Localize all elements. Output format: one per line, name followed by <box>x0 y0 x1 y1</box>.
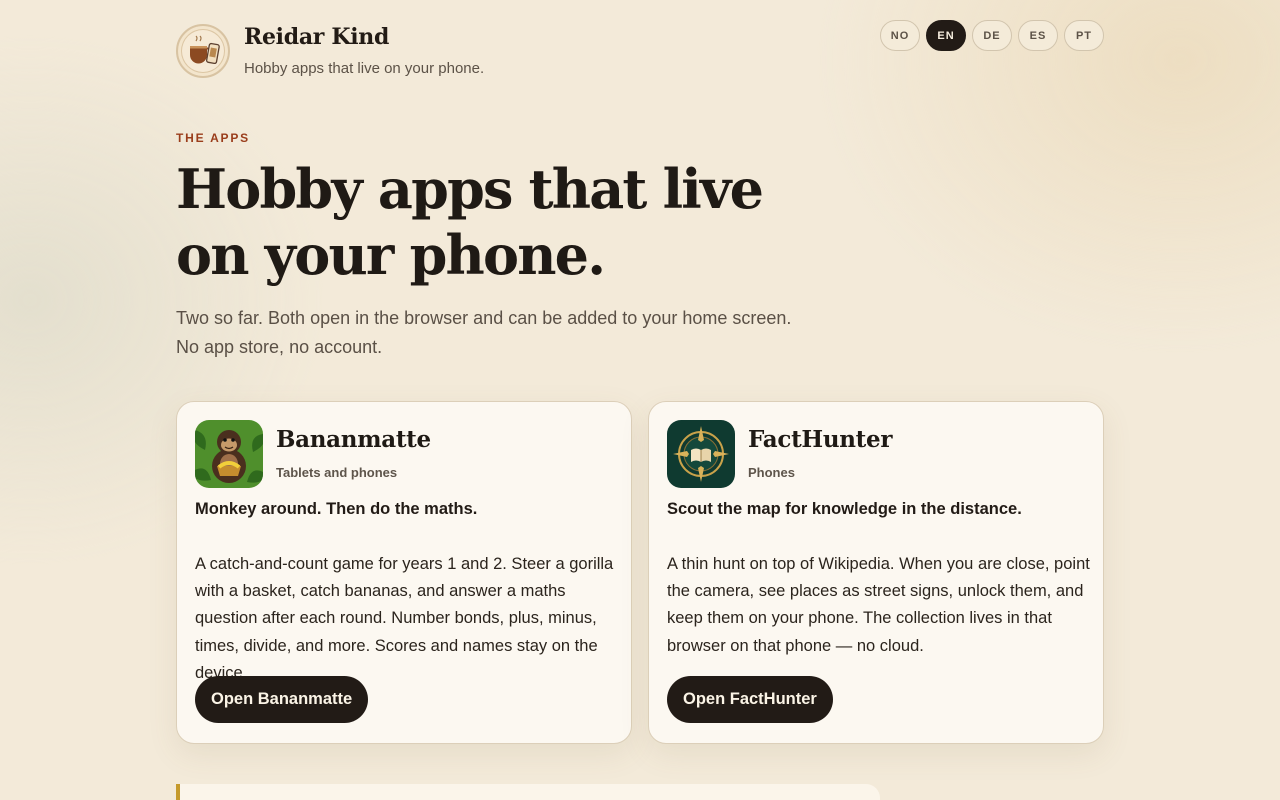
app-devices: Phones <box>748 465 795 480</box>
hero-title-line1: Hobby apps that live <box>176 157 764 221</box>
lang-button-es[interactable]: ES <box>1018 20 1058 51</box>
section-eyebrow: THE APPS <box>176 131 250 145</box>
site-logo[interactable] <box>176 24 230 78</box>
hero-subtitle-line2: No app store, no account. <box>176 337 383 357</box>
site-header: Reidar Kind Hobby apps that live on your… <box>176 20 1104 84</box>
app-card-bananmatte: Bananmatte Tablets and phones Monkey aro… <box>176 401 632 744</box>
app-description: A catch-and-count game for years 1 and 2… <box>195 555 614 682</box>
app-name: Bananmatte <box>276 426 431 453</box>
app-tagline: Scout the map for knowledge in the dista… <box>667 500 1022 518</box>
lang-button-en[interactable]: EN <box>926 20 966 51</box>
app-tagline: Monkey around. Then do the maths. <box>195 500 478 518</box>
hero-title-line2: on your phone. <box>176 223 606 287</box>
compass-book-icon <box>667 420 735 488</box>
open-facthunter-button[interactable]: Open FactHunter <box>667 676 833 723</box>
app-name: FactHunter <box>748 426 893 453</box>
hero-subtitle: Two so far. Both open in the browser and… <box>176 304 796 362</box>
lang-button-de[interactable]: DE <box>972 20 1012 51</box>
app-devices: Tablets and phones <box>276 465 398 480</box>
gorilla-icon <box>195 420 263 488</box>
brand-tagline: Hobby apps that live on your phone. <box>244 60 485 77</box>
language-switcher: NO EN DE ES PT <box>880 20 1104 51</box>
app-card-facthunter: FactHunter Phones Scout the map for know… <box>648 401 1104 744</box>
coffee-cup-and-phone-icon <box>190 35 220 65</box>
app-description: A thin hunt on top of Wikipedia. When yo… <box>667 555 1090 655</box>
hero-title: Hobby apps that live on your phone. <box>176 156 796 288</box>
open-bananmatte-button[interactable]: Open Bananmatte <box>195 676 369 723</box>
brand-name: Reidar Kind <box>244 24 390 50</box>
callout-box <box>176 784 880 800</box>
lang-button-no[interactable]: NO <box>880 20 920 51</box>
lang-button-pt[interactable]: PT <box>1064 20 1104 51</box>
hero-subtitle-line1: Two so far. Both open in the browser and… <box>176 308 792 328</box>
